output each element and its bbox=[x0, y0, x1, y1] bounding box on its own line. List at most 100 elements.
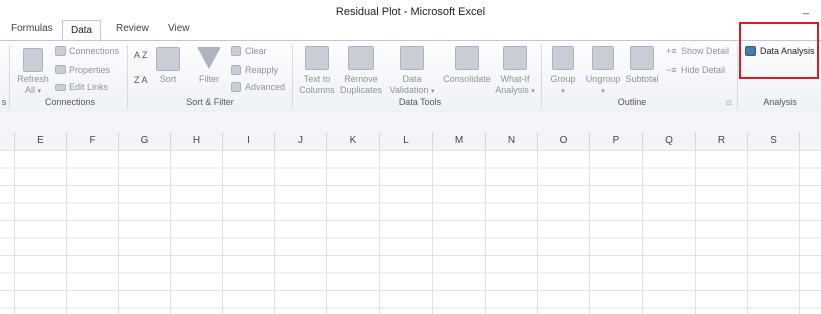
consolidate-icon bbox=[455, 46, 479, 70]
text-to-columns-icon bbox=[305, 46, 329, 70]
minimize-button[interactable]: _ bbox=[803, 3, 809, 15]
cut-group-label: s bbox=[1, 97, 7, 107]
grid-line bbox=[589, 150, 590, 314]
remove-duplicates-icon bbox=[348, 46, 374, 70]
refresh-icon bbox=[23, 48, 43, 72]
show-detail-label: Show Detail bbox=[681, 46, 730, 56]
connections-icon bbox=[55, 46, 66, 56]
grid-line bbox=[222, 150, 223, 314]
sort-icon bbox=[156, 47, 180, 71]
properties-label: Properties bbox=[69, 65, 111, 75]
separator bbox=[127, 45, 128, 109]
connections-group-label: Connections bbox=[44, 97, 96, 107]
ribbon: s Refresh All ▾ Connections Properties E… bbox=[0, 40, 821, 114]
what-if-label-2: Analysis ▾ bbox=[495, 85, 535, 95]
column-header-e[interactable]: E bbox=[15, 132, 67, 150]
refresh-all-label: All ▾ bbox=[24, 85, 42, 95]
grid-line bbox=[170, 150, 171, 314]
data-analysis-highlight bbox=[739, 22, 819, 79]
ungroup-icon bbox=[592, 46, 614, 70]
column-header-g[interactable]: G bbox=[119, 132, 171, 150]
grid-line bbox=[274, 150, 275, 314]
separator bbox=[292, 45, 293, 109]
column-header-i[interactable]: I bbox=[223, 132, 275, 150]
data-validation-label-2: Validation ▾ bbox=[389, 85, 435, 95]
title-bar: Residual Plot - Microsoft Excel _ bbox=[0, 0, 821, 20]
filter-label: Filter bbox=[199, 74, 219, 84]
what-if-analysis-icon bbox=[503, 46, 527, 70]
what-if-label-1: What-If bbox=[500, 74, 530, 84]
connections-label: Connections bbox=[69, 46, 120, 56]
grid-line bbox=[799, 150, 800, 314]
reapply-label: Reapply bbox=[245, 65, 279, 75]
grid-line bbox=[537, 150, 538, 314]
group-label: Group bbox=[550, 74, 576, 84]
edit-links-icon bbox=[55, 84, 66, 91]
filter-icon bbox=[197, 47, 221, 69]
tab-review[interactable]: Review bbox=[116, 23, 149, 34]
column-header-q[interactable]: Q bbox=[643, 132, 696, 150]
grid-line bbox=[14, 150, 15, 314]
clear-icon bbox=[231, 46, 241, 56]
group-dropdown-icon: ▾ bbox=[561, 88, 565, 95]
consolidate-label: Consolidate bbox=[443, 74, 491, 84]
ribbon-tabs: Formulas Data Review View bbox=[0, 20, 821, 40]
separator bbox=[9, 45, 10, 109]
data-validation-label-1: Data bbox=[402, 74, 422, 84]
sort-filter-group-label: Sort & Filter bbox=[186, 97, 234, 107]
grid-line bbox=[66, 150, 67, 314]
dialog-launcher-icon[interactable]: ⊡ bbox=[726, 99, 732, 107]
grid-line bbox=[642, 150, 643, 314]
grid-line bbox=[118, 150, 119, 314]
column-header-f[interactable]: F bbox=[67, 132, 119, 150]
tab-view[interactable]: View bbox=[168, 23, 190, 34]
grid-line bbox=[695, 150, 696, 314]
text-to-columns-label-2: Columns bbox=[299, 85, 335, 95]
tab-data[interactable]: Data bbox=[62, 20, 102, 40]
remove-duplicates-label-2: Duplicates bbox=[339, 85, 383, 95]
sort-za-icon: Z A bbox=[134, 75, 148, 85]
row-header-corner[interactable] bbox=[0, 132, 15, 150]
show-detail-icon: +≡ bbox=[666, 46, 677, 56]
column-header-s[interactable]: S bbox=[748, 132, 800, 150]
edit-links-label: Edit Links bbox=[69, 82, 109, 92]
sort-label: Sort bbox=[159, 74, 177, 84]
ungroup-label: Ungroup bbox=[585, 74, 621, 84]
grid-line bbox=[432, 150, 433, 314]
separator bbox=[737, 45, 738, 109]
properties-icon bbox=[55, 65, 66, 74]
text-to-columns-label-1: Text to bbox=[303, 74, 331, 84]
worksheet-grid[interactable] bbox=[0, 150, 821, 314]
column-header-p[interactable]: P bbox=[590, 132, 643, 150]
column-header-n[interactable]: N bbox=[486, 132, 538, 150]
column-header-j[interactable]: J bbox=[275, 132, 327, 150]
grid-line bbox=[485, 150, 486, 314]
ungroup-dropdown-icon: ▾ bbox=[601, 88, 605, 95]
hide-detail-label: Hide Detail bbox=[681, 65, 726, 75]
column-header-partial[interactable] bbox=[800, 132, 821, 150]
grid-line bbox=[326, 150, 327, 314]
sort-az-icon: A Z bbox=[134, 50, 148, 60]
column-header-k[interactable]: K bbox=[327, 132, 380, 150]
separator bbox=[541, 45, 542, 109]
reapply-icon bbox=[231, 65, 241, 75]
column-header-l[interactable]: L bbox=[380, 132, 433, 150]
analysis-group-label: Analysis bbox=[763, 97, 797, 107]
grid-line bbox=[379, 150, 380, 314]
tab-formulas[interactable]: Formulas bbox=[11, 23, 53, 34]
advanced-label: Advanced bbox=[245, 82, 286, 92]
column-header-m[interactable]: M bbox=[433, 132, 486, 150]
data-validation-icon bbox=[400, 46, 424, 70]
group-icon bbox=[552, 46, 574, 70]
refresh-label: Refresh bbox=[17, 74, 49, 84]
subtotal-icon bbox=[630, 46, 654, 70]
subtotal-label: Subtotal bbox=[625, 74, 659, 84]
column-header-row: E F G H I J K L M N O P Q R S bbox=[0, 132, 821, 151]
hide-detail-icon: −≡ bbox=[666, 65, 677, 75]
column-header-o[interactable]: O bbox=[538, 132, 590, 150]
advanced-icon bbox=[231, 82, 241, 92]
remove-duplicates-label-1: Remove bbox=[344, 74, 378, 84]
column-header-h[interactable]: H bbox=[171, 132, 223, 150]
formula-bar[interactable] bbox=[0, 112, 821, 133]
column-header-r[interactable]: R bbox=[696, 132, 748, 150]
